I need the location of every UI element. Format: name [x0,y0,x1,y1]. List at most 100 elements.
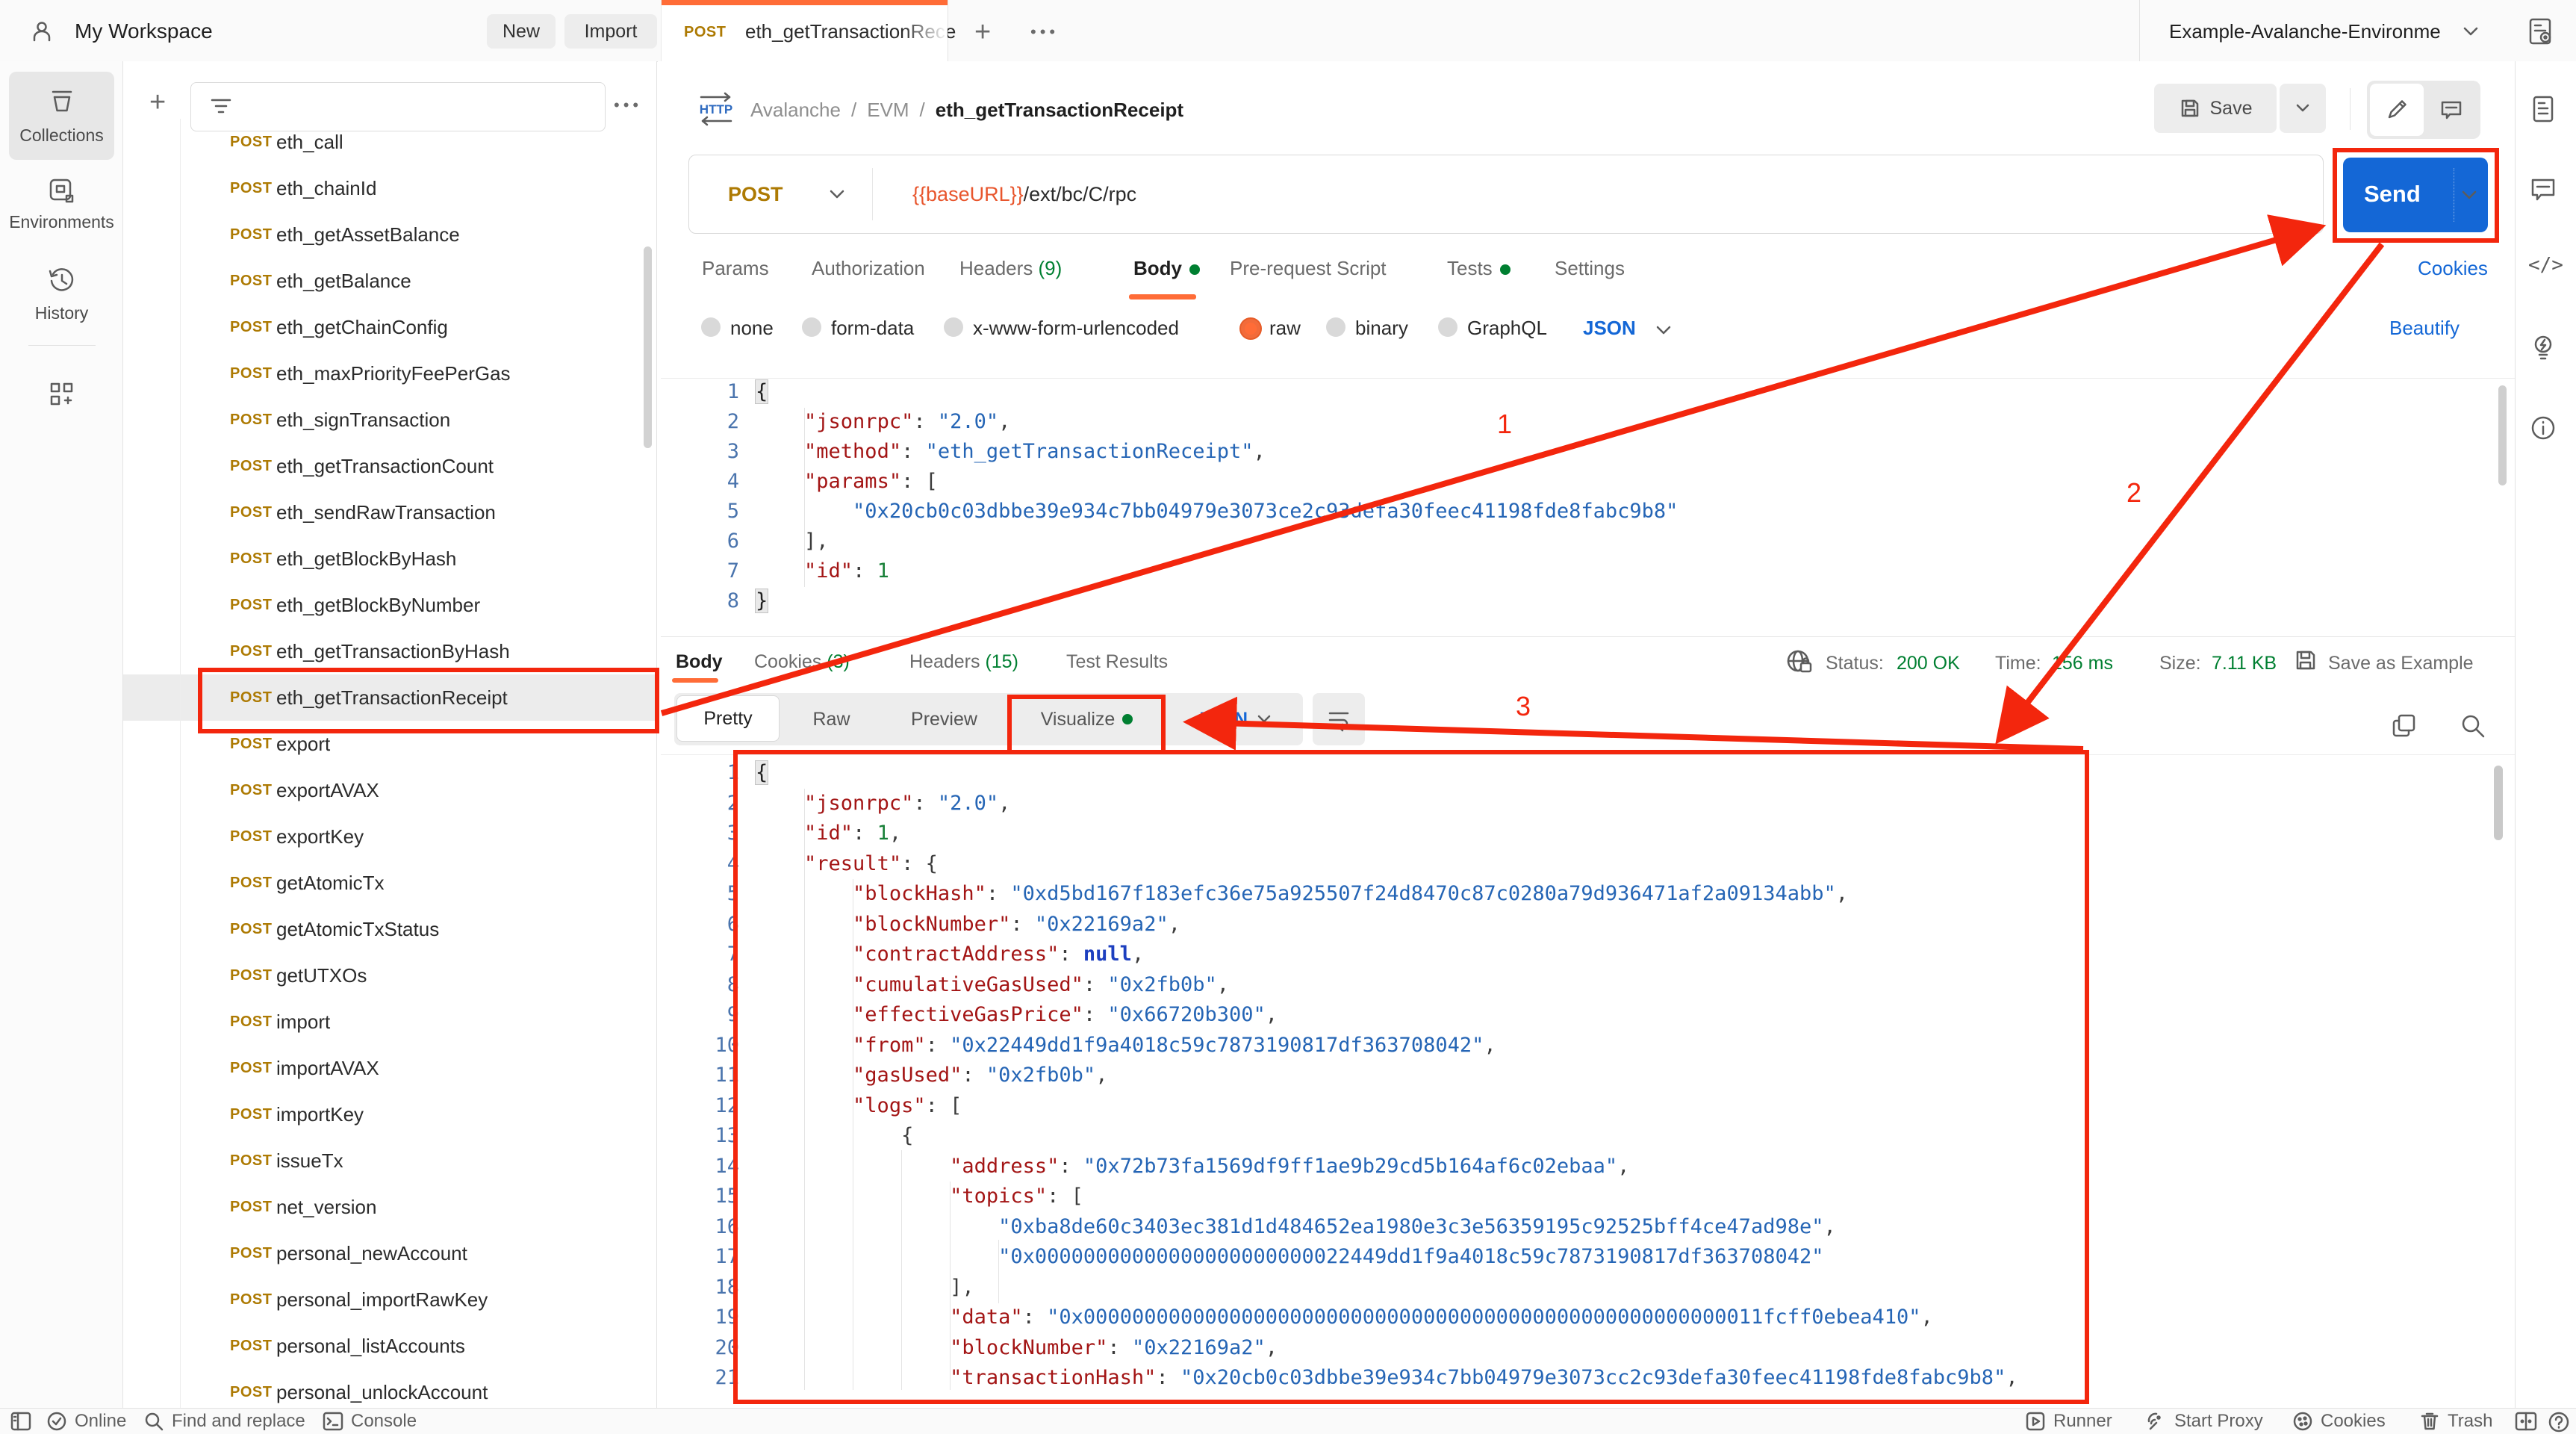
environment-selector[interactable]: Example-Avalanche-Environme [2169,18,2441,45]
sidebar-item-eth_getAssetBalance[interactable]: POST eth_getAssetBalance [123,211,657,258]
lightbulb-icon[interactable] [2528,333,2558,363]
cookies-button[interactable]: Cookies [2292,1411,2386,1432]
response-tab-test-results[interactable]: Test Results [1066,651,1168,673]
new-tab-button[interactable]: + [974,16,991,49]
sidebar-item-getAtomicTx[interactable]: POST getAtomicTx [123,860,657,906]
sidebar-item-exportAVAX[interactable]: POST exportAVAX [123,767,657,813]
method-selector[interactable]: POST [728,179,783,209]
url-input[interactable]: {{baseURL}}/ext/bc/C/rpc [912,179,1136,209]
documentation-icon[interactable] [2528,94,2558,124]
beautify-link[interactable]: Beautify [2389,317,2460,340]
sidebar-item-environments[interactable]: Environments [0,212,123,232]
tab-options-icon[interactable]: ••• [1030,22,1059,42]
response-tab-body[interactable]: Body [676,651,723,673]
sidebar-item-exportKey[interactable]: POST exportKey [123,813,657,860]
sidebar-item-eth_getChainConfig[interactable]: POST eth_getChainConfig [123,304,657,350]
sidebar-item-import[interactable]: POST import [123,999,657,1045]
sidebar-options-icon[interactable]: ••• [614,96,642,115]
cookies-link[interactable]: Cookies [2418,257,2488,280]
sidebar-item-history[interactable]: History [0,303,123,323]
trash-button[interactable]: Trash [2419,1411,2492,1432]
save-button[interactable]: Save [2154,84,2277,133]
sidebar-toggle-icon[interactable] [10,1412,31,1431]
environments-icon[interactable] [47,176,77,206]
save-as-example-button[interactable]: Save as Example [2328,653,2474,674]
sidebar-item-getAtomicTxStatus[interactable]: POST getAtomicTxStatus [123,906,657,952]
radio-none[interactable] [701,317,721,337]
sidebar-item-eth_chainId[interactable]: POST eth_chainId [123,165,657,211]
request-editor-scrollbar[interactable] [2498,385,2507,485]
sidebar-item-issueTx[interactable]: POST issueTx [123,1137,657,1184]
sidebar-item-getUTXOs[interactable]: POST getUTXOs [123,952,657,999]
environment-quick-look-icon[interactable] [2526,17,2556,47]
sidebar-item-eth_getBalance[interactable]: POST eth_getBalance [123,258,657,304]
sidebar-item-personal_listAccounts[interactable]: POST personal_listAccounts [123,1323,657,1369]
sidebar-item-export[interactable]: POST export [123,721,657,767]
save-options-button[interactable] [2280,84,2326,133]
sidebar-item-personal_newAccount[interactable]: POST personal_newAccount [123,1230,657,1276]
comments-icon[interactable] [2528,174,2558,204]
response-scrollbar[interactable] [2494,766,2503,840]
tab-tests[interactable]: Tests [1447,257,1511,280]
tab-pre-request-script[interactable]: Pre-request Script [1230,257,1387,280]
radio-form-data[interactable] [802,317,821,337]
sidebar-item-eth_getBlockByHash[interactable]: POST eth_getBlockByHash [123,536,657,582]
wrap-lines-button[interactable] [1313,693,1365,745]
chevron-down-icon[interactable] [827,187,847,202]
search-icon[interactable] [2458,711,2488,741]
sidebar-item-net_version[interactable]: POST net_version [123,1184,657,1230]
language-selector[interactable]: JSON [1583,317,1636,340]
tab-body[interactable]: Body [1133,257,1200,280]
history-icon[interactable] [47,266,77,296]
breadcrumb-folder[interactable]: EVM [867,99,909,122]
sidebar-item-eth_sendRawTransaction[interactable]: POST eth_sendRawTransaction [123,489,657,536]
sidebar-item-eth_getTransactionReceipt[interactable]: POST eth_getTransactionReceipt [123,674,657,721]
tab-headers[interactable]: Headers (9) [959,257,1062,280]
view-preview[interactable]: Preview [882,693,1007,745]
tab-settings[interactable]: Settings [1555,257,1625,280]
view-pretty[interactable]: Pretty [676,695,780,742]
sidebar-item-eth_maxPriorityFeePerGas[interactable]: POST eth_maxPriorityFeePerGas [123,350,657,397]
code-snippet-icon[interactable]: </> [2528,254,2563,276]
add-block-icon[interactable] [47,379,77,409]
tab-params[interactable]: Params [702,257,769,280]
sidebar-item-collections[interactable]: Collections [0,125,123,146]
start-proxy-button[interactable]: Start Proxy [2144,1411,2263,1432]
chevron-down-icon[interactable] [1654,323,1673,338]
comment-mode-button[interactable] [2425,84,2477,136]
request-tab[interactable]: POST eth_getTransactionRece [661,0,956,61]
breadcrumb-collection[interactable]: Avalanche [750,99,841,122]
new-button[interactable]: New [487,14,556,49]
sidebar-item-eth_getTransactionCount[interactable]: POST eth_getTransactionCount [123,443,657,489]
chevron-down-icon[interactable] [2460,24,2481,39]
info-icon[interactable] [2528,413,2558,443]
radio-graphql[interactable] [1438,317,1457,337]
find-and-replace-button[interactable]: Find and replace [143,1411,305,1432]
response-language-selector[interactable]: JSON [1167,693,1303,745]
sidebar-item-eth_signTransaction[interactable]: POST eth_signTransaction [123,397,657,443]
sidebar-scrollbar[interactable] [644,246,652,448]
view-raw[interactable]: Raw [781,693,882,745]
sidebar-item-importKey[interactable]: POST importKey [123,1091,657,1137]
response-tab-headers[interactable]: Headers (15) [909,651,1018,673]
response-tab-cookies[interactable]: Cookies (3) [754,651,850,673]
add-request-button[interactable]: + [149,87,166,119]
view-visualize[interactable]: Visualize [1007,693,1167,745]
tab-authorization[interactable]: Authorization [812,257,925,280]
runner-button[interactable]: Runner [2025,1411,2112,1432]
sidebar-item-eth_getBlockByNumber[interactable]: POST eth_getBlockByNumber [123,582,657,628]
send-button[interactable]: Send [2343,158,2488,232]
sidebar-item-eth_call[interactable]: POST eth_call [123,119,657,165]
radio-raw-selected[interactable] [1239,317,1262,340]
collections-icon[interactable] [47,87,77,117]
sidebar-item-importAVAX[interactable]: POST importAVAX [123,1045,657,1091]
sidebar-item-personal_importRawKey[interactable]: POST personal_importRawKey [123,1276,657,1323]
radio-x-www-form-urlencoded[interactable] [944,317,963,337]
response-body-viewer[interactable]: 1{2 "jsonrpc": "2.0", 3 "id": 1, 4 "result… [702,758,2018,1394]
request-body-editor[interactable]: 1{2 "jsonrpc": "2.0", 3 "method": "eth_ge… [702,377,1678,616]
edit-mode-button[interactable] [2370,84,2424,136]
sidebar-item-eth_getTransactionByHash[interactable]: POST eth_getTransactionByHash [123,628,657,674]
radio-binary[interactable] [1326,317,1345,337]
import-button[interactable]: Import [564,14,657,49]
copy-icon[interactable] [2389,711,2419,741]
